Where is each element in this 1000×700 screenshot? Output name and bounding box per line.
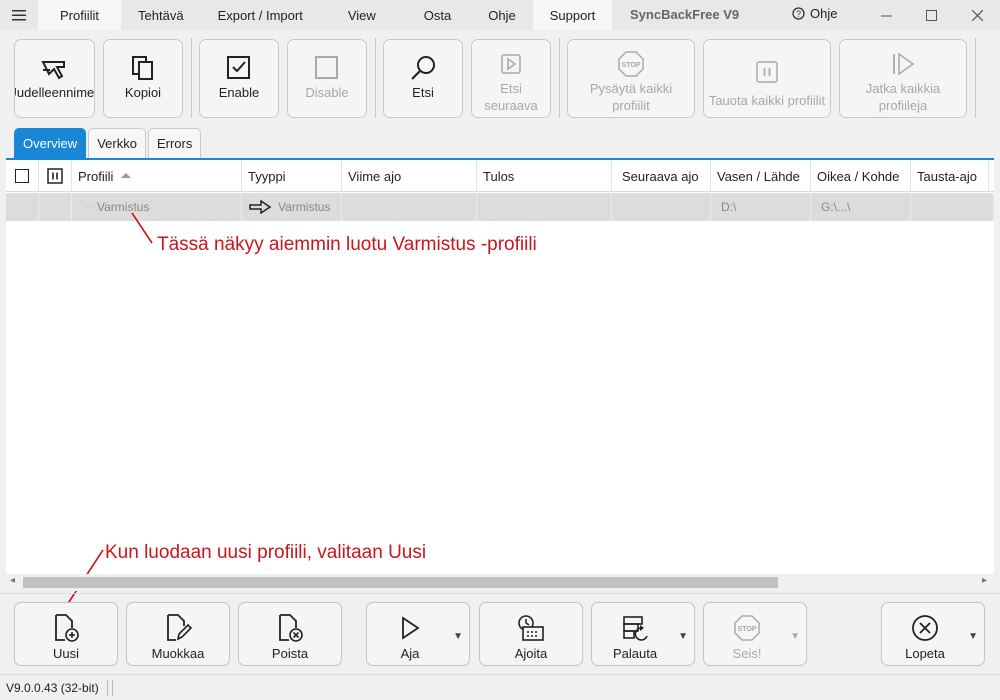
status-separator [111, 679, 113, 696]
schedule-label: Ajoita [514, 646, 548, 661]
bottom-toolbar: Uusi Muokkaa Poista Aja ▼ Ajoita Palauta… [0, 593, 1000, 671]
run-profile-label: Aja [400, 646, 420, 661]
restore-button[interactable]: Palauta ▼ [591, 602, 695, 666]
schedule-icon [518, 615, 544, 641]
new-file-icon [55, 614, 79, 642]
horizontal-scrollbar[interactable]: ◂ ▸ [6, 574, 994, 591]
delete-profile-label: Poista [271, 646, 309, 661]
quit-button[interactable]: Lopeta ▼ [881, 602, 985, 666]
delete-profile-button[interactable]: Poista [238, 602, 342, 666]
scroll-left-icon[interactable]: ◂ [10, 575, 15, 586]
edit-file-icon [167, 614, 192, 641]
quit-dropdown-icon[interactable]: ▼ [968, 631, 978, 642]
schedule-button[interactable]: Ajoita [479, 602, 583, 666]
quit-label: Lopeta [905, 646, 945, 661]
close-circle-icon [912, 615, 938, 641]
delete-file-icon [279, 614, 303, 642]
annotation-new-note: Kun luodaan uusi profiili, valitaan Uusi [105, 542, 427, 563]
restore-label: Palauta [612, 646, 658, 661]
new-profile-button[interactable]: Uusi [14, 602, 118, 666]
run-profile-button[interactable]: Aja ▼ [366, 602, 470, 666]
restore-icon [623, 616, 648, 641]
stop-button[interactable]: STOP Seis! ▼ [703, 602, 807, 666]
status-separator [106, 679, 108, 696]
scrollbar-thumb[interactable] [23, 577, 778, 588]
stop-label: Seis! [732, 646, 762, 661]
edit-profile-button[interactable]: Muokkaa [126, 602, 230, 666]
stop-dropdown-icon[interactable]: ▼ [790, 631, 800, 642]
play-icon [402, 616, 420, 640]
status-bar: V9.0.0.43 (32-bit) [0, 674, 1000, 700]
run-dropdown-icon[interactable]: ▼ [453, 631, 463, 642]
restore-dropdown-icon[interactable]: ▼ [678, 631, 688, 642]
new-profile-label: Uusi [52, 646, 79, 661]
annotation-arrow-profile [131, 212, 153, 244]
svg-text:STOP: STOP [738, 626, 757, 633]
annotation-profile-note: Tässä näkyy aiemmin luotu Varmistus -pro… [157, 234, 537, 255]
edit-profile-label: Muokkaa [151, 646, 205, 661]
scroll-right-icon[interactable]: ▸ [982, 575, 987, 586]
stop-sign-icon: STOP [734, 615, 760, 641]
version-text: V9.0.0.43 (32-bit) [6, 680, 99, 695]
